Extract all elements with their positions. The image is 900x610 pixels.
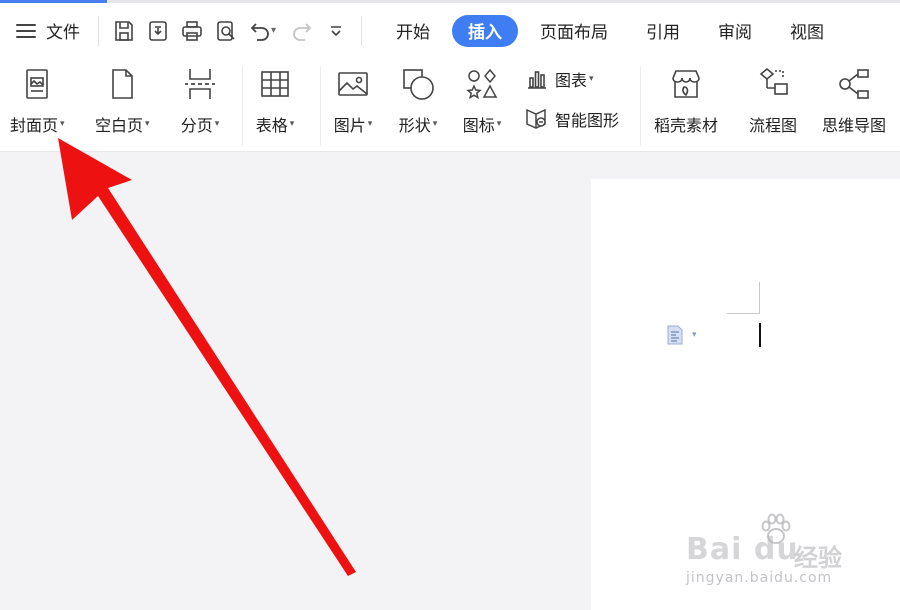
chevron-down-icon: ▾ <box>289 119 295 129</box>
picture-button[interactable]: 图片 ▾ <box>333 64 373 136</box>
paragraph-format-icon <box>667 325 683 345</box>
daoke-material-button[interactable]: 稻壳素材 <box>654 64 718 136</box>
file-menu-button[interactable]: 文件 <box>0 15 90 47</box>
flowchart-label: 流程图 <box>749 116 798 135</box>
cover-page-icon <box>17 64 57 104</box>
tab-references[interactable]: 引用 <box>630 15 696 47</box>
mindmap-button[interactable]: 思维导图 <box>822 64 886 136</box>
print-icon[interactable] <box>175 14 209 48</box>
material-store-icon <box>666 64 706 104</box>
separator <box>361 15 362 46</box>
watermark-url: jingyan.baidu.com <box>686 570 833 586</box>
margin-corner-mark <box>727 313 760 314</box>
picture-label: 图片 <box>333 116 366 135</box>
chevron-down-icon: ▾ <box>214 119 220 129</box>
chevron-down-icon: ▾ <box>432 119 438 129</box>
flowchart-button[interactable]: 流程图 <box>749 64 797 136</box>
page-break-button[interactable]: 分页 ▾ <box>180 64 220 136</box>
separator <box>640 66 641 146</box>
menu-bar: 文件 ▾ 开始 插入 页面布局 引用 审阅 视图 <box>0 3 900 58</box>
blank-page-icon <box>102 64 142 104</box>
daoke-material-label: 稻壳素材 <box>654 116 719 135</box>
print-preview-icon[interactable] <box>209 14 243 48</box>
flowchart-icon <box>753 64 793 104</box>
chart-button[interactable]: 图表 ▾ <box>524 66 594 92</box>
chevron-down-icon: ▾ <box>367 119 373 129</box>
watermark-brand-cn: 经验 <box>794 544 842 572</box>
blank-page-label: 空白页 <box>95 116 144 135</box>
quick-access-toolbar: ▾ <box>107 14 353 48</box>
table-button[interactable]: 表格 ▾ <box>255 64 295 136</box>
tab-view[interactable]: 视图 <box>774 15 840 47</box>
cover-page-label: 封面页 <box>10 116 59 135</box>
chevron-down-icon: ▾ <box>692 330 697 340</box>
save-icon[interactable] <box>107 14 141 48</box>
shape-label: 形状 <box>398 116 431 135</box>
shape-icon <box>398 64 438 104</box>
separator <box>320 66 321 146</box>
separator <box>98 15 99 46</box>
redo-icon[interactable] <box>285 14 319 48</box>
cover-page-button[interactable]: 封面页 ▾ <box>10 64 65 136</box>
tab-home[interactable]: 开始 <box>380 15 446 47</box>
paragraph-options-button[interactable]: ▾ <box>664 324 697 346</box>
icon-library-label: 图标 <box>462 116 495 135</box>
picture-icon <box>333 64 373 104</box>
chevron-down-icon: ▾ <box>589 74 594 84</box>
baidu-jingyan-watermark: Bai du 经验 jingyan.baidu.com <box>686 512 856 592</box>
shape-button[interactable]: 形状 ▾ <box>398 64 438 136</box>
separator <box>242 66 243 146</box>
tab-page-layout[interactable]: 页面布局 <box>524 15 624 47</box>
icon-library-button[interactable]: 图标 ▾ <box>462 64 502 136</box>
smart-graphic-icon <box>526 108 546 129</box>
page-break-label: 分页 <box>180 116 213 135</box>
hamburger-icon <box>16 23 36 38</box>
chart-icon <box>528 71 546 89</box>
watermark-brand: Bai du <box>686 532 799 567</box>
export-pdf-icon[interactable] <box>141 14 175 48</box>
margin-corner-mark <box>759 282 760 314</box>
customize-icon[interactable] <box>319 14 353 48</box>
tab-review[interactable]: 审阅 <box>702 15 768 47</box>
mindmap-icon <box>834 64 874 104</box>
icon-library-icon <box>462 64 502 104</box>
smart-graphic-button[interactable]: 智能图形 <box>524 106 619 132</box>
chevron-down-icon: ▾ <box>60 119 65 129</box>
page-break-icon <box>180 64 220 104</box>
tab-insert[interactable]: 插入 <box>452 14 518 47</box>
mindmap-label: 思维导图 <box>822 116 887 135</box>
smart-graphic-label: 智能图形 <box>555 111 620 130</box>
table-label: 表格 <box>255 116 288 135</box>
ribbon-tabs: 开始 插入 页面布局 引用 审阅 视图 <box>380 14 846 47</box>
chevron-down-icon: ▾ <box>145 119 150 129</box>
undo-dropdown-chevron-icon[interactable]: ▾ <box>271 25 281 36</box>
table-icon <box>255 64 295 104</box>
file-menu-label: 文件 <box>46 23 80 43</box>
blank-page-button[interactable]: 空白页 ▾ <box>95 64 150 136</box>
insert-ribbon: 封面页 ▾ 空白页 ▾ 分页 ▾ 表格 ▾ 图片 ▾ 形状 ▾ 图标 ▾ 图表 … <box>0 58 900 152</box>
text-caret <box>759 323 761 347</box>
chevron-down-icon: ▾ <box>496 119 502 129</box>
chart-label: 图表 <box>555 71 588 90</box>
